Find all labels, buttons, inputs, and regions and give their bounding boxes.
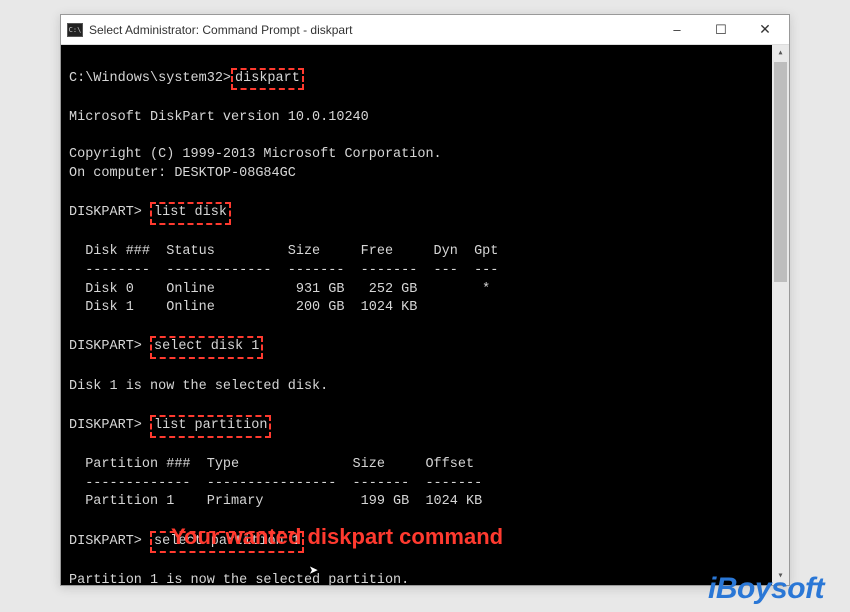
partition-row-0: Partition 1 Primary 199 GB 1024 KB [69,494,482,509]
highlight-select-disk: select disk 1 [150,336,263,359]
scroll-up-icon[interactable]: ▴ [772,45,789,62]
annotation-text: Your wanted diskpart command [171,522,503,552]
highlight-diskpart: diskpart [231,68,304,91]
diskpart-prompt: DISKPART> [69,534,142,549]
prompt-path: C:\Windows\system32> [69,71,231,86]
select-partition-msg: Partition 1 is now the selected partitio… [69,573,409,585]
version-line: Microsoft DiskPart version 10.0.10240 [69,110,369,125]
copyright-line: Copyright (C) 1999-2013 Microsoft Corpor… [69,147,442,162]
highlight-list-partition: list partition [150,415,271,438]
disk-table-divider: -------- ------------- ------- ------- -… [69,263,498,278]
close-button[interactable]: ✕ [743,16,787,44]
diskpart-prompt: DISKPART> [69,339,142,354]
watermark-logo: iBoysoft [708,572,824,606]
window-controls: – ☐ ✕ [655,16,787,44]
highlight-list-disk: list disk [150,202,231,225]
window-title: Select Administrator: Command Prompt - d… [89,23,655,37]
maximize-button[interactable]: ☐ [699,16,743,44]
terminal-area[interactable]: C:\Windows\system32>diskpart Microsoft D… [61,45,789,585]
scroll-thumb[interactable] [774,62,787,282]
vertical-scrollbar[interactable]: ▴ ▾ [772,45,789,585]
diskpart-prompt: DISKPART> [69,205,142,220]
mouse-cursor-icon: ➤ [309,561,319,583]
command-prompt-window: C:\ Select Administrator: Command Prompt… [60,14,790,586]
partition-table-divider: ------------- ---------------- ------- -… [69,476,482,491]
partition-table-header: Partition ### Type Size Offset [69,457,474,472]
disk-row-0: Disk 0 Online 931 GB 252 GB * [69,282,490,297]
minimize-button[interactable]: – [655,16,699,44]
disk-table-header: Disk ### Status Size Free Dyn Gpt [69,244,498,259]
disk-row-1: Disk 1 Online 200 GB 1024 KB [69,300,417,315]
computer-line: On computer: DESKTOP-08G84GC [69,166,296,181]
select-disk-msg: Disk 1 is now the selected disk. [69,379,328,394]
cmd-icon: C:\ [67,23,83,37]
diskpart-prompt: DISKPART> [69,418,142,433]
titlebar[interactable]: C:\ Select Administrator: Command Prompt… [61,15,789,45]
